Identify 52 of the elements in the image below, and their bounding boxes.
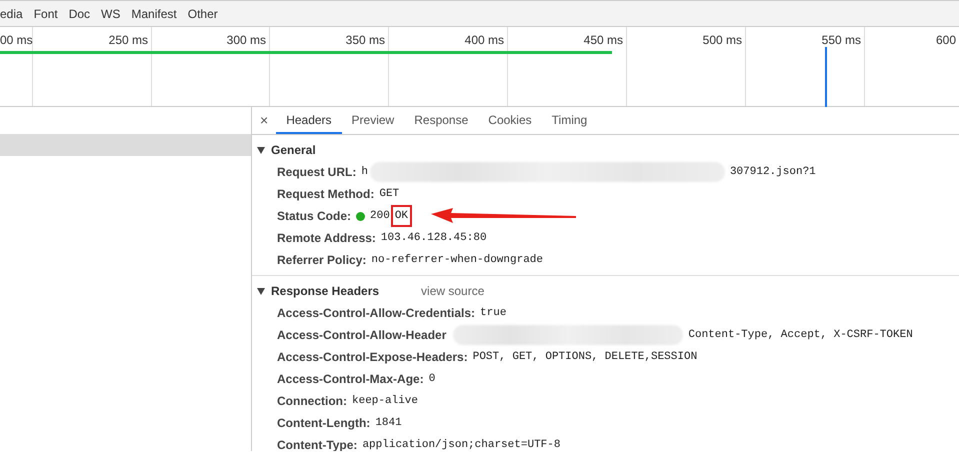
header-value: POST, GET, OPTIONS, DELETE,SESSION <box>472 350 698 365</box>
header-value: 200 <box>370 208 390 224</box>
view-source-link[interactable]: view source <box>421 282 484 300</box>
header-value: application/json;charset=UTF-8 <box>362 438 560 451</box>
section-title: Response Headers <box>271 283 380 300</box>
expand-triangle-icon[interactable] <box>257 146 265 154</box>
tick-label: 300 ms <box>226 33 266 47</box>
close-button[interactable]: × <box>258 107 276 134</box>
tick-label: 250 ms <box>108 33 148 47</box>
header-value: 307912.json?1 <box>730 164 816 180</box>
header-value: 103.46.128.45:80 <box>380 230 487 246</box>
header-name: Status Code: <box>277 208 352 225</box>
status-text: OK <box>394 208 410 224</box>
header-name: Remote Address: <box>277 230 376 247</box>
tick-label: 600 <box>936 33 956 47</box>
load-line <box>825 47 827 107</box>
header-name: Content-Length: <box>277 415 370 432</box>
header-name: Connection: <box>277 393 347 410</box>
filter-button[interactable]: Other <box>188 4 218 22</box>
header-name: Request Method: <box>277 186 374 203</box>
tab[interactable]: Response <box>404 107 478 134</box>
tick-label: 350 ms <box>346 33 385 47</box>
filter-button[interactable]: WS <box>101 4 120 22</box>
section-title: General <box>271 142 316 159</box>
tab[interactable]: Timing <box>542 107 598 134</box>
filter-button[interactable]: Manifest <box>131 4 177 22</box>
header-value: Content-Type, Accept, X-CSRF-TOKEN <box>688 328 913 343</box>
header-name: Access-Control-Allow-Header <box>277 327 446 344</box>
tab[interactable]: Headers <box>276 107 342 134</box>
header-name: Request URL: <box>277 164 356 181</box>
tick-label: 500 ms <box>702 33 742 47</box>
tab[interactable]: Cookies <box>478 107 542 134</box>
header-value: 0 <box>428 372 436 387</box>
tick-label: 400 ms <box>464 33 504 47</box>
tick-label: 00 ms <box>0 33 33 47</box>
expand-triangle-icon[interactable] <box>257 288 265 294</box>
header-value: no-referrer-when-downgrade <box>371 252 544 268</box>
filter-button[interactable]: Doc <box>68 4 90 22</box>
header-name: Referrer Policy: <box>277 252 366 269</box>
tab[interactable]: Preview <box>342 107 404 134</box>
header-name: Access-Control-Max-Age: <box>277 371 424 388</box>
header-value: h <box>361 164 368 180</box>
header-value: keep-alive <box>352 394 418 409</box>
filter-button[interactable]: Font <box>34 4 58 22</box>
tick-label: 450 ms <box>584 33 623 47</box>
header-value: GET <box>379 186 400 202</box>
header-name: Access-Control-Allow-Credentials: <box>277 305 476 322</box>
filter-button[interactable]: edia <box>0 4 23 22</box>
header-name: Access-Control-Expose-Headers: <box>277 349 468 366</box>
header-value: 1841 <box>375 416 402 431</box>
header-value: true <box>480 306 506 321</box>
tick-label: 550 ms <box>822 33 861 47</box>
